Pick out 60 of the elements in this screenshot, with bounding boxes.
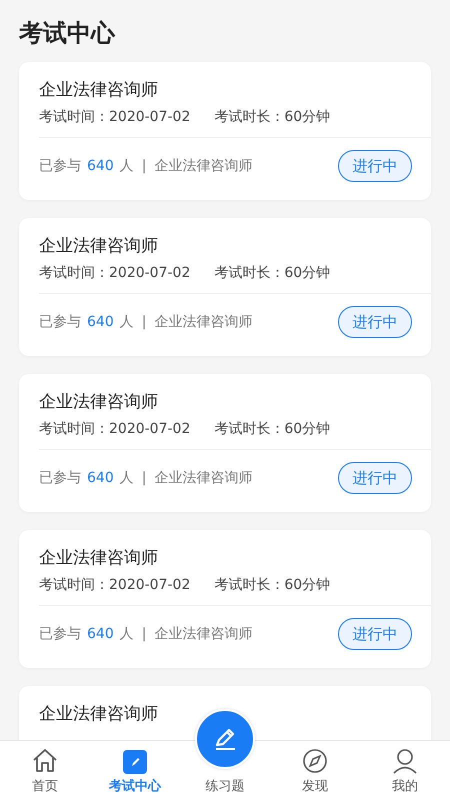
people-unit: 人 xyxy=(120,313,134,331)
exam-duration-label: 考试时长： xyxy=(214,108,284,127)
exam-duration: 60分钟 xyxy=(284,108,330,127)
exam-date: 2020-07-02 xyxy=(109,264,190,283)
exam-title: 企业法律咨询师 xyxy=(39,391,159,414)
exam-card[interactable]: 企业法律咨询师 考试时间：2020-07-02 考试时长：60分钟 已参与 640 人 | 企业法律咨询师 进行中 xyxy=(19,374,431,512)
exam-time-label: 考试时间： xyxy=(39,576,109,595)
tab-item[interactable]: 考试中心 xyxy=(90,741,180,800)
exam-date: 2020-07-02 xyxy=(109,420,190,439)
exam-time-label: 考试时间： xyxy=(39,420,109,439)
separator: | xyxy=(142,626,146,642)
participant-count: 640 xyxy=(87,314,114,330)
participant-count: 640 xyxy=(87,626,114,642)
exam-card[interactable]: 企业法律咨询师 xyxy=(19,686,431,741)
exam-card[interactable]: 企业法律咨询师 考试时间：2020-07-02 考试时长：60分钟 已参与 640 人 | 企业法律咨询师 进行中 xyxy=(19,530,431,668)
status-button[interactable]: 进行中 xyxy=(338,618,412,650)
exam-title: 企业法律咨询师 xyxy=(39,79,159,102)
exam-category: 企业法律咨询师 xyxy=(154,157,252,175)
exam-card[interactable]: 企业法律咨询师 考试时间：2020-07-02 考试时长：60分钟 已参与 640 人 | 企业法律咨询师 进行中 xyxy=(19,218,431,356)
exam-card[interactable]: 企业法律咨询师 考试时间：2020-07-02 考试时长：60分钟 已参与 640 人 | 企业法律咨询师 进行中 xyxy=(19,62,431,200)
edit-icon xyxy=(123,750,147,774)
exam-date: 2020-07-02 xyxy=(109,108,190,127)
separator: | xyxy=(142,158,146,174)
exam-title: 企业法律咨询师 xyxy=(39,703,159,726)
participant-count: 640 xyxy=(87,470,114,486)
status-button[interactable]: 进行中 xyxy=(338,306,412,338)
participant-count: 640 xyxy=(87,158,114,174)
tab-item[interactable]: 我的 xyxy=(360,741,450,800)
joined-label: 已参与 xyxy=(39,469,81,487)
exam-date: 2020-07-02 xyxy=(109,576,190,595)
status-button[interactable]: 进行中 xyxy=(338,462,412,494)
joined-label: 已参与 xyxy=(39,313,81,331)
exam-duration: 60分钟 xyxy=(284,264,330,283)
tab-item[interactable]: 发现 xyxy=(270,741,360,800)
exam-category: 企业法律咨询师 xyxy=(154,625,252,643)
joined-label: 已参与 xyxy=(39,157,81,175)
separator: | xyxy=(142,314,146,330)
home-icon xyxy=(32,748,58,774)
separator: | xyxy=(142,470,146,486)
exam-duration-label: 考试时长： xyxy=(214,420,284,439)
exam-duration: 60分钟 xyxy=(284,420,330,439)
exam-time-label: 考试时间： xyxy=(39,108,109,127)
page-title: 考试中心 xyxy=(19,18,116,49)
exam-duration: 60分钟 xyxy=(284,576,330,595)
user-icon xyxy=(392,748,418,774)
exam-category: 企业法律咨询师 xyxy=(154,313,252,331)
exam-duration-label: 考试时长： xyxy=(214,576,284,595)
exam-duration-label: 考试时长： xyxy=(214,264,284,283)
exam-title: 企业法律咨询师 xyxy=(39,547,159,570)
tab-item[interactable]: 首页 xyxy=(0,741,90,800)
people-unit: 人 xyxy=(120,469,134,487)
exam-time-label: 考试时间： xyxy=(39,264,109,283)
people-unit: 人 xyxy=(120,157,134,175)
exam-category: 企业法律咨询师 xyxy=(154,469,252,487)
exam-title: 企业法律咨询师 xyxy=(39,235,159,258)
compass-icon xyxy=(302,748,328,774)
pencil-fab[interactable] xyxy=(195,709,255,769)
joined-label: 已参与 xyxy=(39,625,81,643)
people-unit: 人 xyxy=(120,625,134,643)
status-button[interactable]: 进行中 xyxy=(338,150,412,182)
